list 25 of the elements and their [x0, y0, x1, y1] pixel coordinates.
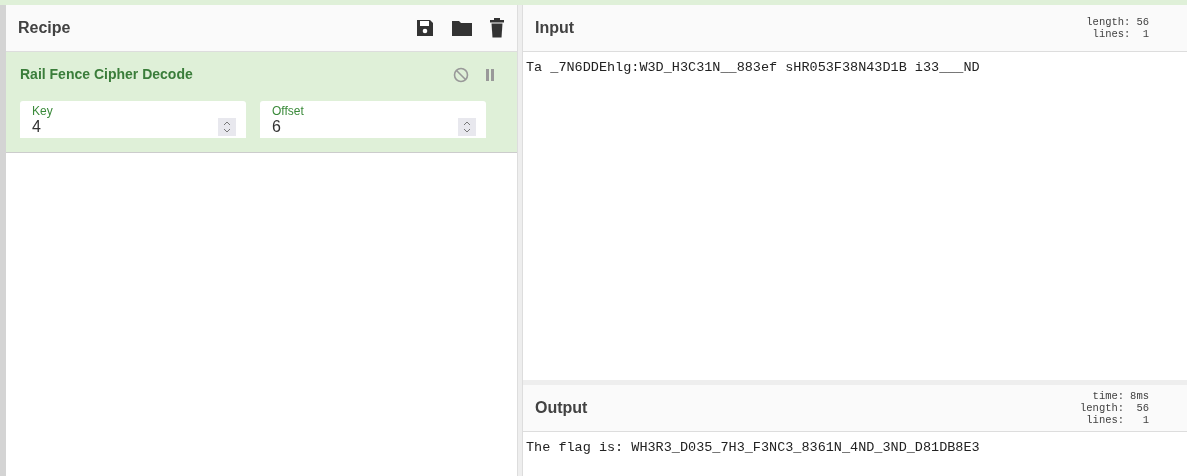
save-icon[interactable] [415, 18, 435, 38]
stat-value: 1 [1141, 414, 1149, 426]
output-title: Output [535, 398, 588, 418]
stat-value: 1 [1141, 28, 1149, 40]
folder-icon[interactable] [451, 19, 473, 37]
stat-label: length: [1086, 16, 1131, 28]
stat-value: 56 [1136, 16, 1149, 28]
spinner-icon[interactable] [218, 118, 236, 136]
input-title: Input [535, 18, 575, 38]
stat-label: lines: [1091, 28, 1131, 40]
number-field[interactable]: Offset 6 [260, 101, 486, 138]
operation-title: Rail Fence Cipher Decode [20, 65, 193, 84]
spinner-icon[interactable] [458, 118, 476, 136]
input-text: Ta _7N6DDEhlg:W3D_H3C31N__883ef sHR053F38N43D1B i33___ND [526, 60, 980, 75]
stat-value: 8ms [1130, 390, 1149, 402]
pause-icon[interactable] [485, 68, 495, 81]
stat-label: time: [1091, 390, 1125, 402]
trash-icon[interactable] [489, 18, 505, 38]
number-field[interactable]: Key 4 [20, 101, 246, 138]
stat-value: 56 [1135, 402, 1149, 414]
recipe-title: Recipe [18, 18, 71, 38]
stat-label: length: [1080, 402, 1125, 414]
output-text: The flag is: WH3R3_D035_7H3_F3NC3_8361N_4ND_3ND_D81DB8E3 [526, 440, 980, 455]
stat-label: lines: [1085, 414, 1125, 426]
disable-icon[interactable] [453, 66, 469, 83]
